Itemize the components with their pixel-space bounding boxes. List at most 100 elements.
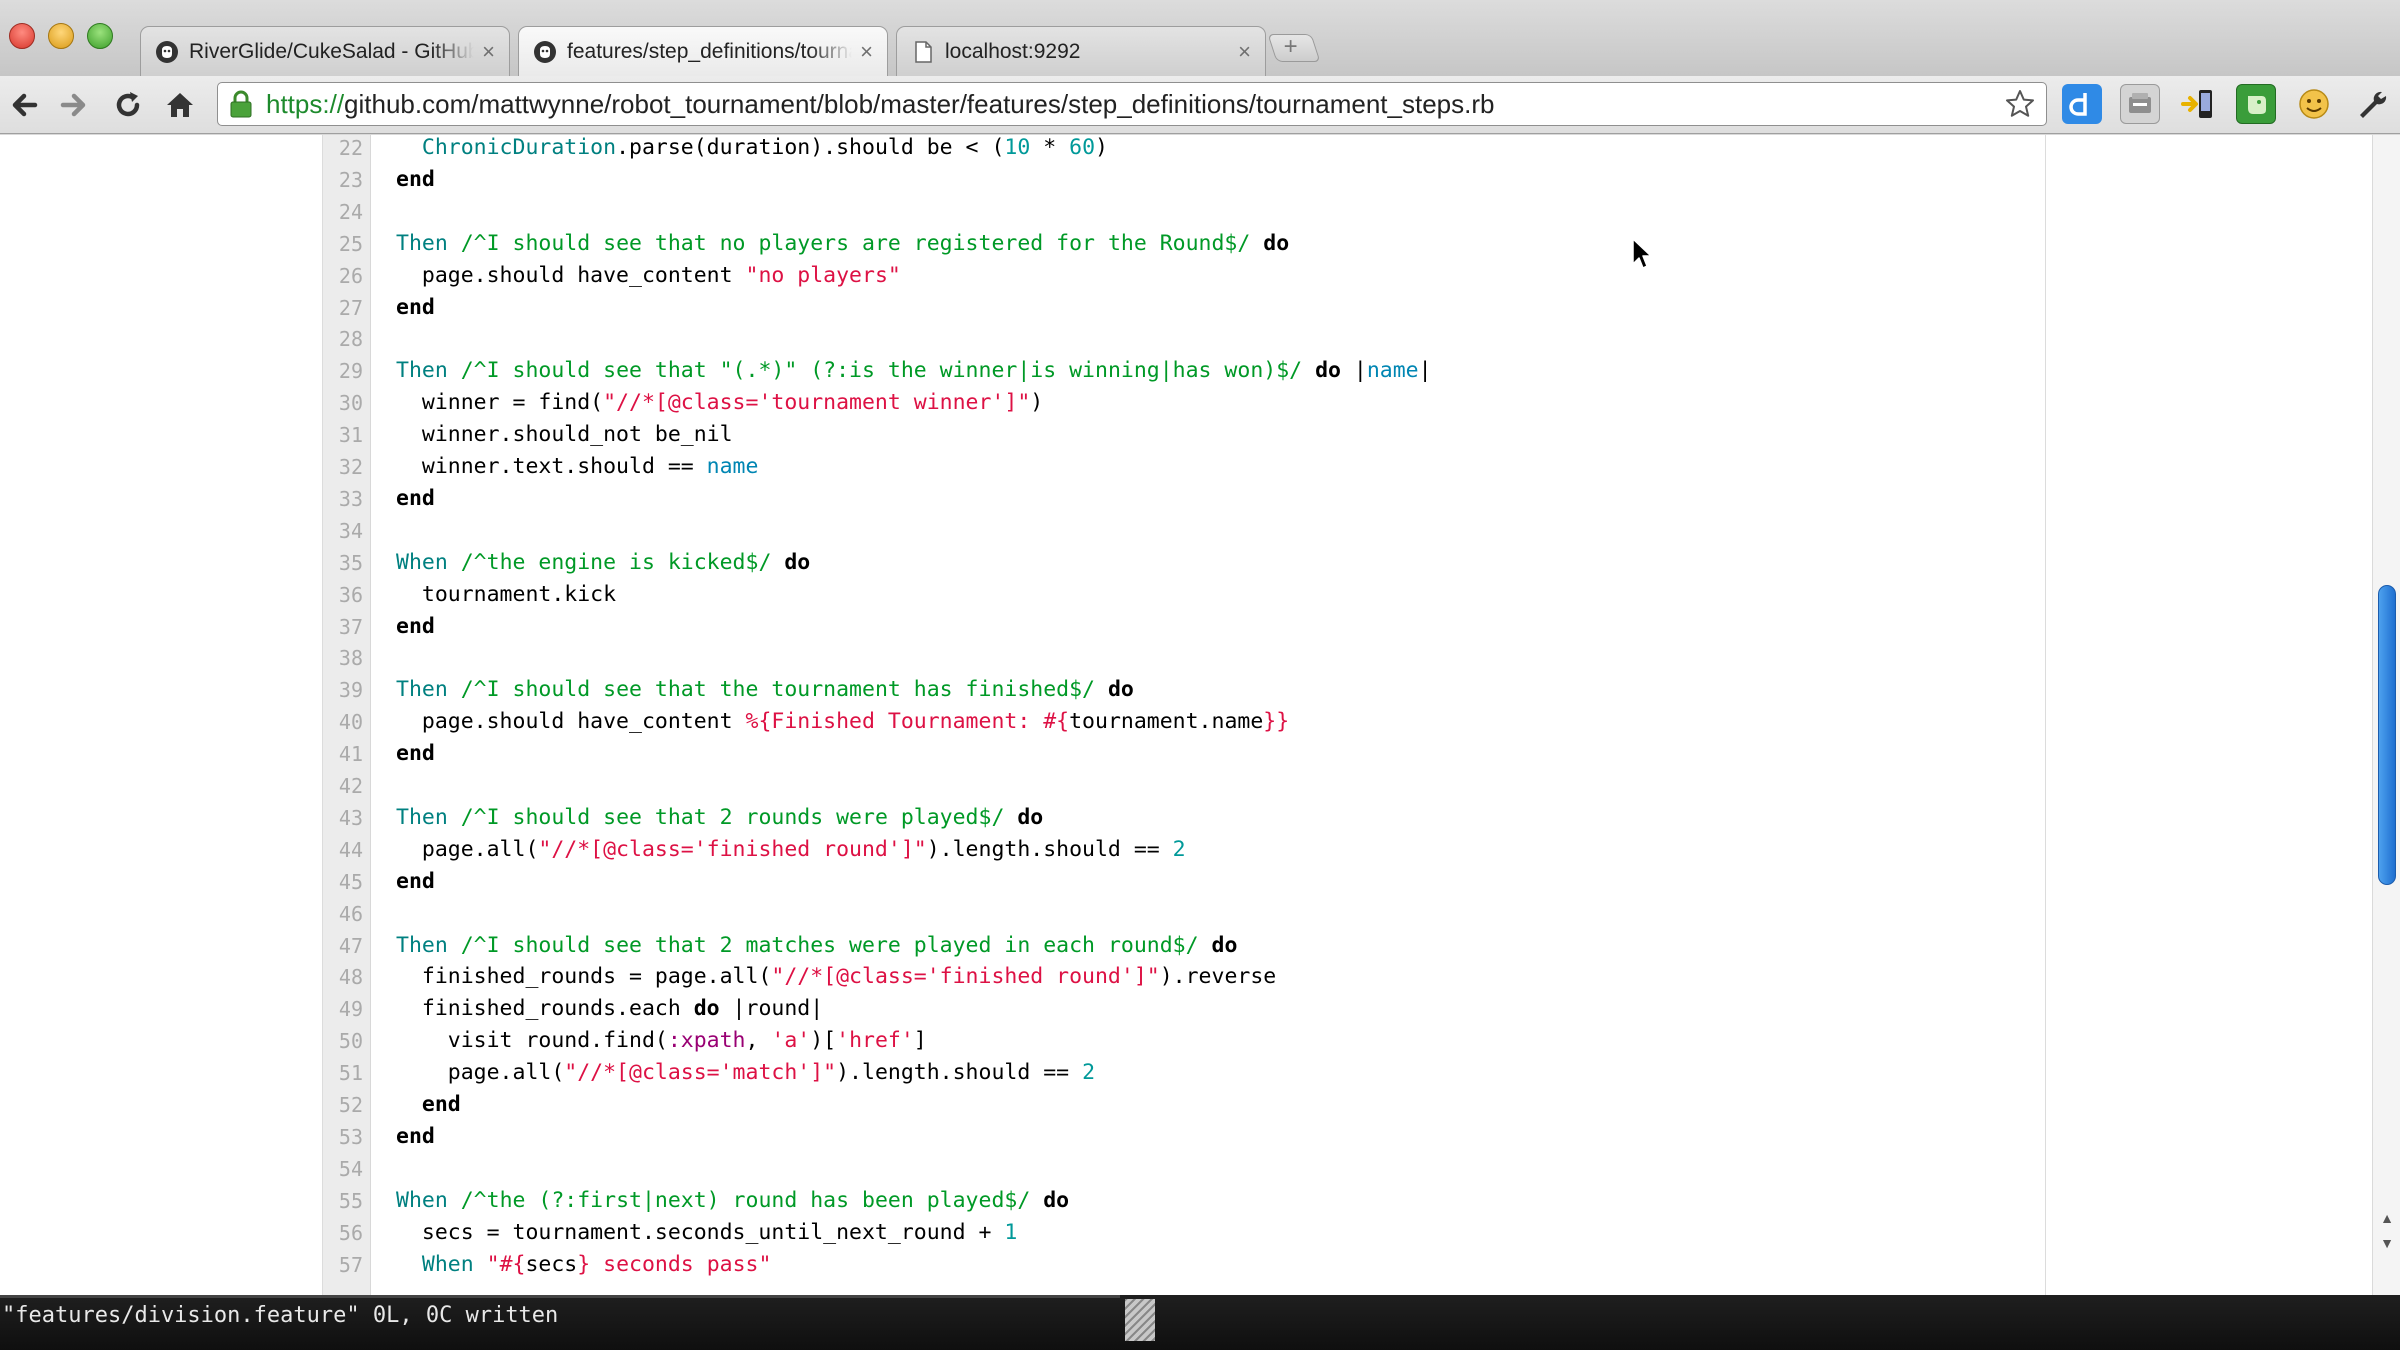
page-content: 22 23 24 25 26 27 28 29 30 31 32 33 34 35 36 37 38 39 40 41… (0, 135, 2372, 1295)
reload-button[interactable] (106, 84, 150, 126)
tag-icon (2129, 93, 2151, 113)
code-line: page.all("//*[@class='finished round']")… (396, 836, 1186, 862)
line-number: 49 (338, 997, 363, 1022)
code-line: tournament.kick (396, 581, 617, 607)
scrollbar-thumb[interactable] (2378, 585, 2396, 885)
send-to-phone-extension-icon[interactable] (2178, 84, 2218, 124)
terminal-status-message: "features/division.feature" 0L, 0C writt… (2, 1303, 559, 1328)
terminal-status-bar: "features/division.feature" 0L, 0C writt… (0, 1295, 2400, 1350)
bookmark-star-icon[interactable] (2004, 88, 2036, 120)
code-line: end (396, 166, 435, 192)
d-logo-icon (2069, 93, 2087, 116)
line-number: 24 (338, 199, 363, 224)
evernote-extension-icon[interactable] (2236, 84, 2276, 124)
delicious-extension-icon[interactable] (2062, 84, 2102, 124)
line-number: 33 (338, 486, 363, 511)
code-line: winner = find("//*[@class='tournament wi… (396, 390, 1044, 416)
resize-grip-handle[interactable] (1125, 1299, 1155, 1341)
tab-step-definitions[interactable]: features/step_definitions/tournament_ste… (518, 26, 888, 76)
smiley-icon (2299, 89, 2329, 119)
home-icon (167, 93, 193, 117)
code-line: end (396, 613, 435, 639)
page-icon (915, 40, 932, 63)
forward-button[interactable] (52, 84, 96, 126)
line-number: 39 (338, 678, 363, 703)
code-line: finished_rounds = page.all("//*[@class='… (396, 964, 1277, 990)
tab-close-icon[interactable]: × (482, 39, 495, 65)
line-number: 47 (338, 933, 363, 958)
line-number: 46 (338, 901, 363, 926)
line-number-gutter: 22 23 24 25 26 27 28 29 30 31 32 33 34 35 36 37 38 39 40 41… (323, 135, 371, 1295)
back-button[interactable] (2, 84, 46, 126)
line-number: 45 (338, 869, 363, 894)
line-number: 37 (338, 614, 363, 639)
code-line: end (396, 868, 435, 894)
settings-wrench-button[interactable] (2352, 84, 2392, 124)
browser-tab-strip: RiverGlide/CukeSalad - GitHub × features… (0, 0, 2400, 76)
line-number: 25 (338, 231, 363, 256)
code-line: page.should have_content "no players" (396, 262, 901, 288)
window-close-button[interactable] (9, 23, 35, 49)
new-tab-button[interactable]: + (1267, 33, 1321, 62)
browser-toolbar: https://github.com/mattwynne/robot_tourn… (0, 76, 2400, 134)
code-line: ChronicDuration.parse(duration).should b… (421, 135, 1108, 160)
line-number: 22 (338, 136, 363, 160)
line-number: 36 (338, 582, 363, 607)
code-line: end (396, 485, 435, 511)
line-number: 54 (338, 1156, 363, 1181)
code-line: When "#{secs} seconds pass" (421, 1251, 772, 1277)
tab-label: localhost:9292 (945, 39, 1081, 63)
code-line: end (396, 294, 435, 320)
page-scrollbar[interactable]: ▲ ▼ (2372, 135, 2400, 1295)
home-button[interactable] (158, 84, 202, 126)
code-line: page.should have_content %{Finished Tour… (396, 709, 1290, 735)
address-bar[interactable]: https://github.com/mattwynne/robot_tourn… (217, 82, 2047, 126)
code-line: end (396, 741, 435, 767)
line-number: 57 (338, 1252, 363, 1277)
line-number: 26 (338, 263, 363, 288)
line-number: 51 (338, 1061, 363, 1086)
line-number: 31 (338, 423, 363, 448)
code-line: visit round.find(:xpath, 'a')['href'] (396, 1028, 927, 1054)
url-text[interactable]: https://github.com/mattwynne/robot_tourn… (266, 89, 1494, 120)
window-minimize-button[interactable] (48, 23, 74, 49)
phone-arrow-icon (2181, 90, 2212, 118)
line-number: 53 (338, 1124, 363, 1149)
arrow-right-icon (60, 93, 86, 117)
plus-icon: + (1283, 33, 1298, 60)
wrench-icon (2360, 91, 2387, 118)
scroll-down-arrow-icon[interactable]: ▼ (2379, 1235, 2395, 1251)
line-number: 27 (338, 295, 363, 320)
line-number: 48 (338, 965, 363, 990)
line-number: 32 (338, 455, 363, 479)
github-icon (156, 40, 178, 63)
lock-icon (230, 90, 252, 118)
line-number: 28 (338, 327, 363, 352)
window-zoom-button[interactable] (87, 23, 113, 49)
line-number: 40 (338, 710, 363, 735)
code-line: end (421, 1092, 461, 1117)
tab-cukesalad[interactable]: RiverGlide/CukeSalad - GitHub × (140, 26, 510, 76)
code-line: winner.text.should == name (396, 454, 759, 479)
line-number: 52 (338, 1093, 363, 1117)
code-line: secs = tournament.seconds_until_next_rou… (396, 1219, 1018, 1245)
line-number: 30 (338, 391, 363, 416)
tab-localhost[interactable]: localhost:9292 × (896, 26, 1266, 76)
url-scheme: https:// (266, 88, 345, 119)
url-path: github.com/mattwynne/robot_tournament/bl… (344, 88, 1495, 119)
line-number: 41 (338, 742, 363, 767)
tag-extension-icon[interactable] (2120, 84, 2160, 124)
elephant-icon (2248, 96, 2266, 114)
scroll-up-arrow-icon[interactable]: ▲ (2379, 1210, 2395, 1226)
tab-label: RiverGlide/CukeSalad - GitHub (189, 39, 475, 63)
line-number: 50 (338, 1029, 363, 1054)
code-viewer: 22 23 24 25 26 27 28 29 30 31 32 33 34 35 36 37 38 39 40 41… (322, 135, 2046, 1295)
code-line: When /^the (?:first|next) round has been… (396, 1187, 1070, 1213)
line-number: 38 (338, 646, 363, 671)
arrow-left-icon (12, 93, 38, 117)
line-number: 23 (338, 167, 363, 192)
code-line: Then /^I should see that the tournament … (396, 677, 1134, 703)
face-extension-icon[interactable] (2294, 84, 2334, 124)
tab-close-icon[interactable]: × (860, 39, 873, 65)
tab-close-icon[interactable]: × (1238, 39, 1251, 65)
